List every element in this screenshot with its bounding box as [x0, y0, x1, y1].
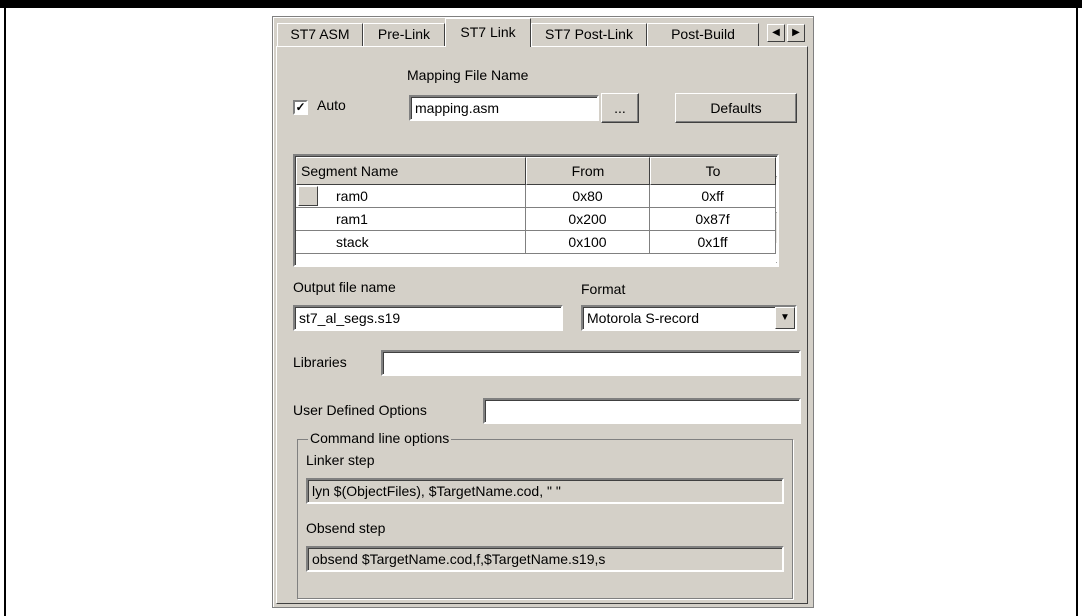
segment-table-scrollbar[interactable]: ▲ ▼ — [776, 157, 777, 263]
row-selector[interactable] — [298, 186, 318, 206]
format-label: Format — [581, 281, 626, 297]
segment-name-cell[interactable]: ram1 — [296, 208, 526, 231]
user-options-input[interactable] — [483, 398, 801, 424]
libraries-input[interactable] — [381, 350, 801, 376]
browse-button[interactable]: ... — [601, 93, 639, 123]
dropdown-arrow-icon[interactable]: ▼ — [775, 307, 795, 329]
column-segment-name[interactable]: Segment Name — [296, 157, 526, 185]
scroll-thumb[interactable] — [776, 179, 777, 213]
column-to[interactable]: To — [650, 157, 776, 185]
command-line-group: Command line options Linker step lyn $(O… — [297, 430, 793, 599]
segment-name-cell[interactable]: stack — [296, 231, 526, 254]
auto-checkbox[interactable]: ✓ — [293, 100, 308, 115]
linker-step-field: lyn $(ObjectFiles), $TargetName.cod, " " — [306, 478, 784, 504]
segment-table: Segment Name From To ram0 0x80 0xff ram1… — [293, 154, 779, 267]
to-cell[interactable]: 0x1ff — [650, 231, 776, 254]
table-row[interactable]: stack 0x100 0x1ff — [296, 231, 776, 254]
tab-st7-link[interactable]: ST7 Link — [445, 18, 531, 47]
user-options-label: User Defined Options — [293, 402, 427, 418]
figure-right-border — [1076, 8, 1078, 616]
to-cell[interactable]: 0x87f — [650, 208, 776, 231]
tab-strip: ST7 ASM Pre-Link ST7 Link ST7 Post-Link … — [275, 17, 811, 47]
libraries-label: Libraries — [293, 354, 347, 370]
column-from[interactable]: From — [526, 157, 650, 185]
output-file-input[interactable]: st7_al_segs.s19 — [293, 305, 563, 331]
scroll-right-icon[interactable]: ▶ — [787, 24, 805, 42]
from-cell[interactable]: 0x80 — [526, 185, 650, 208]
scroll-left-icon[interactable]: ◀ — [767, 24, 785, 42]
table-row[interactable]: ram0 0x80 0xff — [296, 185, 776, 208]
tab-st7-asm[interactable]: ST7 ASM — [277, 23, 363, 47]
tab-pre-link[interactable]: Pre-Link — [363, 23, 445, 47]
table-row[interactable]: ram1 0x200 0x87f — [296, 208, 776, 231]
defaults-button[interactable]: Defaults — [675, 93, 797, 123]
scroll-up-icon[interactable]: ▲ — [776, 157, 777, 177]
tab-post-build[interactable]: Post-Build — [647, 23, 759, 47]
st7-link-panel: Mapping File Name ✓ Auto mapping.asm ...… — [276, 46, 808, 604]
from-cell[interactable]: 0x200 — [526, 208, 650, 231]
command-line-title: Command line options — [308, 430, 452, 446]
checkmark-icon: ✓ — [295, 100, 306, 114]
project-settings-dialog: ST7 ASM Pre-Link ST7 Link ST7 Post-Link … — [272, 16, 814, 608]
to-cell[interactable]: 0xff — [650, 185, 776, 208]
scroll-down-icon[interactable]: ▼ — [776, 243, 777, 263]
linker-step-label: Linker step — [306, 452, 375, 468]
segment-table-header: Segment Name From To — [296, 157, 776, 185]
segment-name-cell[interactable]: ram0 — [296, 185, 526, 208]
from-cell[interactable]: 0x100 — [526, 231, 650, 254]
figure-header-bar — [0, 0, 1082, 8]
auto-label: Auto — [317, 97, 346, 113]
figure-left-border — [4, 8, 6, 616]
obsend-step-field: obsend $TargetName.cod,f,$TargetName.s19… — [306, 546, 784, 572]
tab-st7-post-link[interactable]: ST7 Post-Link — [531, 23, 647, 47]
mapping-file-label: Mapping File Name — [407, 67, 529, 83]
format-select[interactable]: Motorola S-record — [581, 305, 797, 331]
output-file-label: Output file name — [293, 279, 396, 295]
mapping-file-input[interactable]: mapping.asm — [409, 95, 599, 121]
segment-name-text: ram0 — [336, 188, 368, 204]
obsend-step-label: Obsend step — [306, 520, 386, 536]
